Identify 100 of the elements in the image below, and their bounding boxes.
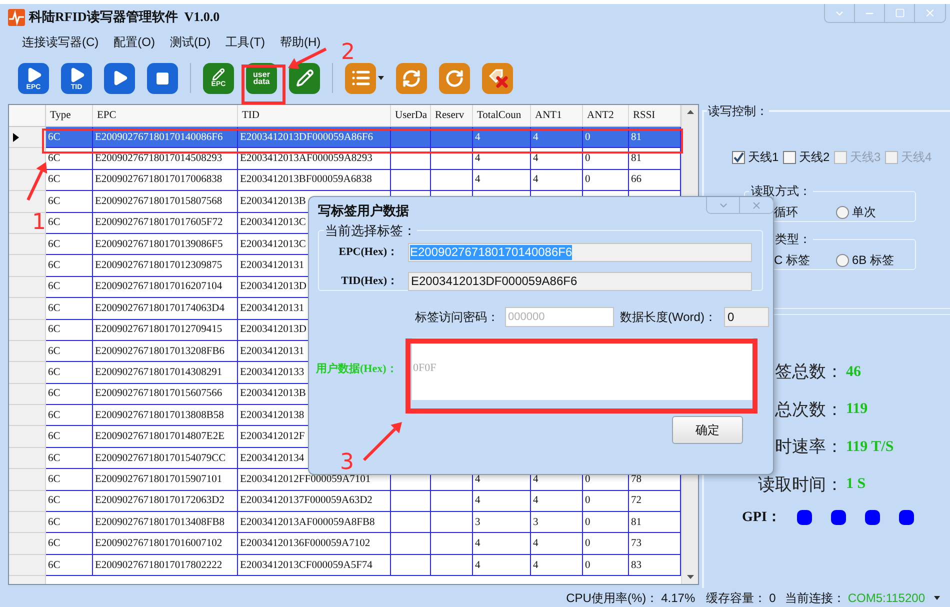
- stat-label: 读取时间：: [757, 474, 843, 496]
- table-cell: 6C: [48, 538, 60, 550]
- table-cell: 3: [475, 516, 480, 528]
- group-title: 读写控制：: [707, 103, 769, 120]
- table-cell: 6C: [48, 366, 60, 378]
- table-cell: E2003412013DF000059A86F6: [240, 132, 374, 143]
- table-cell: E20034120137F000059A63D2: [240, 495, 372, 506]
- table-cell: E20090276718017014508293: [95, 153, 222, 164]
- table-cell: 4: [533, 174, 538, 186]
- stat-label: 时速率：: [774, 436, 843, 458]
- table-cell: 83: [631, 560, 642, 570]
- table-cell: 4: [533, 132, 538, 143]
- table-cell: E20034120136F000059A7102: [240, 538, 370, 550]
- table-cell: 6C: [48, 238, 60, 250]
- table-cell: E2003412012F: [240, 431, 305, 442]
- table-cell: 6C: [48, 132, 60, 143]
- table-cell: E20090276718017013808B58: [95, 410, 224, 421]
- table-cell: 4: [475, 153, 480, 164]
- stat-value: 119: [846, 400, 868, 419]
- table-cell: E200902767180170140086F6: [95, 132, 223, 143]
- table-cell: E20090276718017013208FB6: [95, 346, 225, 357]
- table-cell: 3: [533, 516, 538, 528]
- table-cell: 81: [631, 132, 642, 143]
- table-cell: E2003412013B: [240, 388, 306, 400]
- table-cell: E2003412012FF000059A7101: [240, 474, 371, 485]
- table-cell: 66: [631, 174, 642, 186]
- table-cell: 72: [631, 495, 642, 506]
- group-title: 类型：: [774, 231, 812, 248]
- table-cell: 0: [585, 495, 590, 506]
- table-cell: E2003412013BF000059A6838: [240, 174, 372, 186]
- table-cell: E20090276718017017006838: [95, 174, 222, 186]
- stat-value: 119 T/S: [846, 438, 894, 456]
- table-cell: 4: [533, 153, 538, 164]
- option-label: C 标签: [774, 252, 811, 269]
- dialog-title: 写标签用户数据: [317, 202, 409, 220]
- table-cell: E20034120138: [240, 410, 304, 421]
- table-cell: E20090276718017014308291: [95, 366, 222, 378]
- table-cell: 73: [631, 538, 642, 550]
- table-cell: 6C: [48, 260, 60, 272]
- table-cell: E200902767180170174063D4: [95, 302, 224, 314]
- table-cell: E2003412013B: [240, 196, 306, 207]
- table-cell: 6C: [48, 217, 60, 228]
- option-label: 循环: [774, 204, 799, 221]
- table-cell: 6C: [48, 324, 60, 336]
- table-cell: E20034120131: [240, 302, 304, 314]
- table-cell: E2003412013C: [240, 217, 306, 228]
- group-title: 当前选择标签：: [324, 222, 417, 240]
- table-cell: E20034120131: [240, 346, 304, 357]
- table-cell: E20090276718017012709415: [95, 324, 222, 336]
- table-cell: 6C: [48, 346, 60, 357]
- table-cell: 6C: [48, 196, 60, 207]
- table-cell: E200902767180170172063D2: [95, 495, 224, 506]
- table-cell: 0: [585, 538, 590, 550]
- table-cell: 0: [585, 174, 590, 186]
- table-cell: E20090276718017017605F72: [95, 217, 223, 228]
- window-title: 科陆RFID读写器管理软件 V1.0.0: [29, 8, 220, 26]
- field-label: 用户数据(Hex)：: [314, 362, 398, 377]
- table-cell: E2003412013CF000059A5F74: [240, 560, 372, 570]
- table-cell: E2003412013D: [240, 281, 306, 292]
- table-cell: 0: [585, 132, 590, 143]
- table-cell: 4: [533, 495, 538, 506]
- status-label: CPU使用率(%)：: [566, 590, 658, 606]
- table-cell: 6C: [48, 153, 60, 164]
- field-label: TID(Hex)：: [340, 274, 398, 289]
- table-cell: E2003412013D: [240, 324, 306, 336]
- stat-label: 签总数：: [774, 361, 843, 383]
- table-cell: E2003412013C: [240, 238, 306, 250]
- table-cell: 4: [533, 538, 538, 550]
- table-cell: 6C: [48, 474, 60, 485]
- table-cell: E20090276718017014807E2E: [95, 431, 224, 442]
- table-cell: E20090276718017015807568: [95, 196, 222, 207]
- table-cell: 0: [585, 474, 590, 485]
- table-cell: 78: [631, 474, 642, 485]
- stat-label: 总次数：: [774, 398, 843, 420]
- field-label: EPC(Hex)：: [338, 244, 398, 260]
- table-cell: 0: [585, 153, 590, 164]
- table-cell: 0: [585, 560, 590, 570]
- table-cell: 81: [631, 516, 642, 528]
- table-cell: E20090276718017016007102: [95, 538, 222, 550]
- table-cell: E20090276718017015907101: [95, 474, 222, 485]
- table-cell: 4: [475, 474, 480, 485]
- table-cell: 0: [585, 516, 590, 528]
- table-cell: E20034120133: [240, 366, 304, 378]
- table-cell: E20090276718017017802222: [95, 560, 222, 570]
- table-cell: 6C: [48, 431, 60, 442]
- field-label: 数据长度(Word)：: [620, 309, 716, 326]
- table-cell: 6C: [48, 410, 60, 421]
- table-cell: 6C: [48, 495, 60, 506]
- table-cell: 6C: [48, 174, 60, 186]
- table-cell: E20090276718017015607566: [95, 388, 222, 400]
- table-cell: 4: [533, 474, 538, 485]
- table-cell: 6C: [48, 560, 60, 570]
- group-title: 读取方式：: [750, 183, 812, 200]
- table-cell: E20090276718017013408FB8: [95, 516, 225, 528]
- table-cell: E2003412013AF000059A8FB8: [240, 516, 375, 528]
- status-label: 当前连接：: [784, 590, 845, 606]
- step-number: 1: [32, 212, 46, 234]
- table-cell: E20090276718017012309875: [95, 260, 222, 272]
- table-cell: 6C: [48, 452, 60, 464]
- status-value: 0: [769, 590, 776, 606]
